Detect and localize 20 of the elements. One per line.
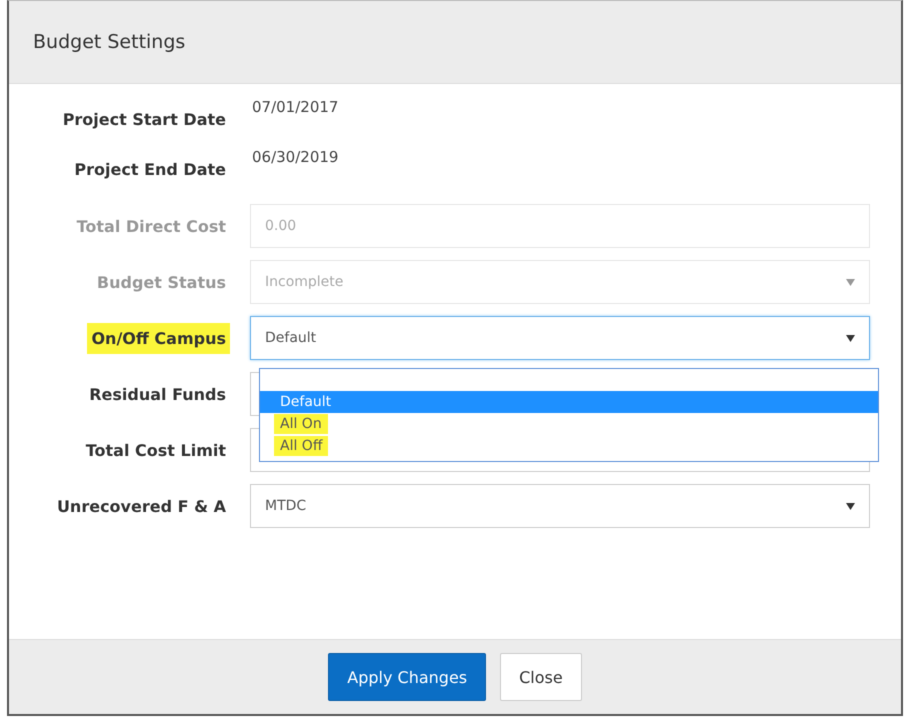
dialog-title: Budget Settings <box>33 31 186 53</box>
dropdown-option[interactable]: All On <box>260 413 878 435</box>
field-value: 07/01/2017 <box>252 98 338 116</box>
field-label: Residual Funds <box>88 384 227 406</box>
field-label: Project End Date <box>73 159 227 181</box>
field-label: Project Start Date <box>62 109 227 131</box>
caret-icon <box>846 278 855 286</box>
field-label: Unrecovered F & A <box>56 496 227 518</box>
field-value: 06/30/2019 <box>252 148 338 166</box>
close-button[interactable]: Close <box>500 653 582 701</box>
caret-icon <box>846 334 855 342</box>
select-field[interactable]: MTDC <box>250 484 870 528</box>
field-label: On/Off Campus <box>87 322 230 354</box>
caret-icon <box>846 502 855 510</box>
field-label: Total Cost Limit <box>84 440 227 462</box>
field-label: Total Direct Cost <box>76 216 227 238</box>
select-field[interactable]: Default <box>250 316 870 360</box>
apply-button[interactable]: Apply Changes <box>328 653 486 701</box>
field-label: Budget Status <box>96 272 227 294</box>
dropdown-option[interactable]: All Off <box>260 435 878 457</box>
